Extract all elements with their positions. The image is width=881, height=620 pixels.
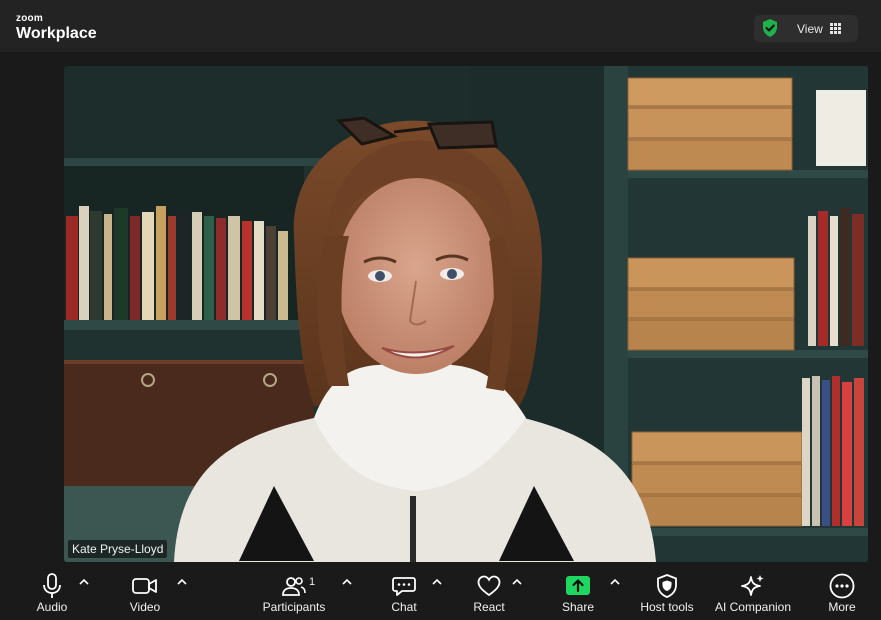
host-tools-label: Host tools xyxy=(640,600,694,614)
host-tools-shield-icon xyxy=(657,574,677,598)
logo-zoom-text: zoom xyxy=(16,13,43,24)
share-options-chevron-up-icon[interactable] xyxy=(609,576,621,588)
sparkle-icon xyxy=(741,575,764,596)
audio-label: Audio xyxy=(36,600,68,614)
more-label: More xyxy=(828,600,856,614)
logo-workplace-text: Workplace xyxy=(16,25,97,42)
participants-count: 1 xyxy=(309,576,316,588)
participants-button[interactable]: Participants xyxy=(260,562,328,620)
more-button[interactable]: More xyxy=(822,562,862,620)
react-options-chevron-up-icon[interactable] xyxy=(511,576,523,588)
shield-check-icon[interactable] xyxy=(760,18,780,38)
chat-button[interactable]: Chat xyxy=(386,562,422,620)
heart-icon xyxy=(477,575,501,597)
view-button[interactable]: View xyxy=(790,15,856,42)
react-label: React xyxy=(473,600,505,614)
microphone-icon xyxy=(43,573,61,598)
top-bar: zoom Workplace View xyxy=(0,0,881,52)
drawer-units xyxy=(627,77,803,527)
share-screen-icon xyxy=(566,576,590,595)
share-button[interactable]: Share xyxy=(558,562,598,620)
meeting-toolbar: Audio Video Participants 1 Chat React Sh… xyxy=(0,562,881,620)
chat-bubble-icon xyxy=(392,577,416,596)
participant-name-label: Kate Pryse-Lloyd xyxy=(68,540,168,558)
view-label: View xyxy=(797,21,823,36)
video-frame-image xyxy=(64,66,868,562)
more-options-icon xyxy=(829,573,855,599)
video-label: Video xyxy=(129,600,161,614)
ai-companion-button[interactable]: AI Companion xyxy=(712,562,794,620)
chat-label: Chat xyxy=(391,600,417,614)
participants-label: Participants xyxy=(262,600,326,614)
video-button[interactable]: Video xyxy=(124,562,166,620)
ai-companion-label: AI Companion xyxy=(714,600,792,614)
share-label: Share xyxy=(561,600,595,614)
audio-button[interactable]: Audio xyxy=(30,562,74,620)
view-controls: View xyxy=(754,15,858,42)
zoom-workplace-logo: zoom Workplace xyxy=(16,14,97,42)
participant-video[interactable] xyxy=(64,66,868,562)
grid-icon xyxy=(829,23,841,34)
chat-options-chevron-up-icon[interactable] xyxy=(431,576,443,588)
participants-icon xyxy=(282,577,306,596)
audio-options-chevron-up-icon[interactable] xyxy=(78,576,90,588)
host-tools-button[interactable]: Host tools xyxy=(638,562,696,620)
react-button[interactable]: React xyxy=(469,562,509,620)
video-camera-icon xyxy=(132,578,157,594)
participants-options-chevron-up-icon[interactable] xyxy=(341,576,353,588)
video-options-chevron-up-icon[interactable] xyxy=(176,576,188,588)
